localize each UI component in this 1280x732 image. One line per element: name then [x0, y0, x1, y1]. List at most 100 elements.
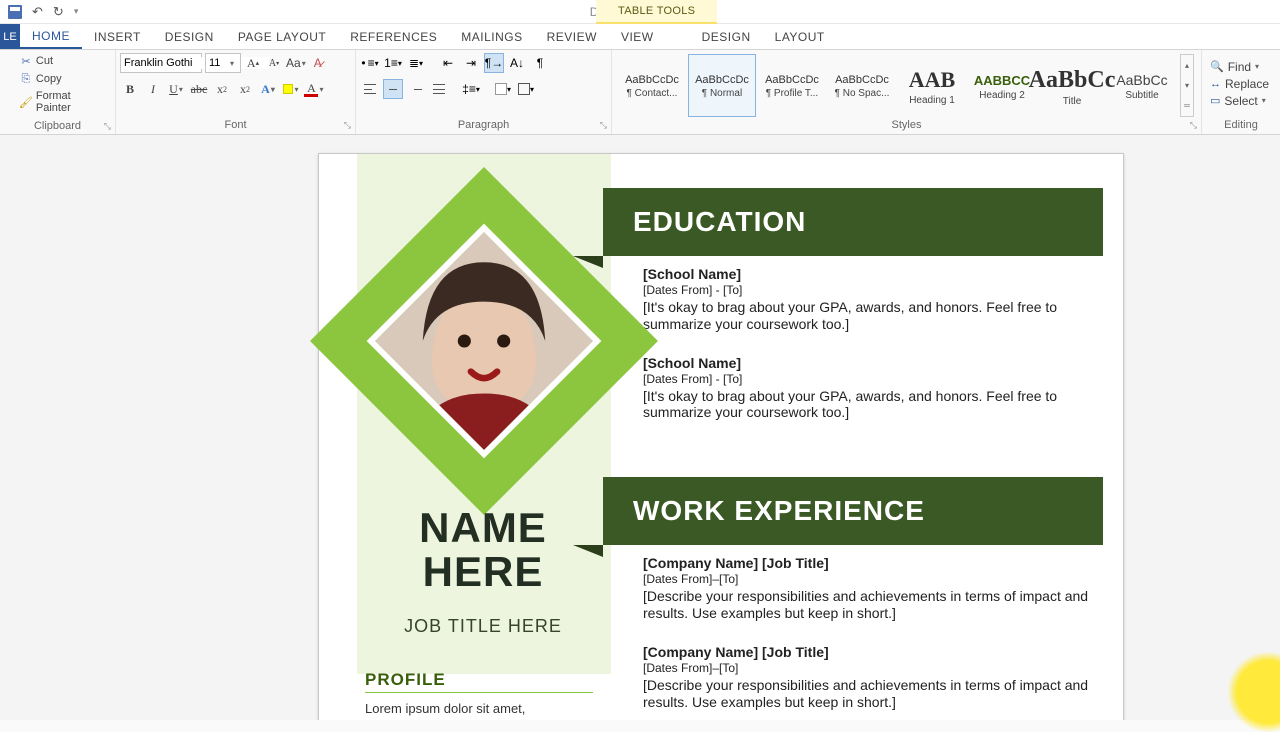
tab-view[interactable]: VIEW: [609, 24, 666, 49]
font-size-input[interactable]: [206, 57, 228, 69]
photo-diamond: [361, 218, 607, 464]
work-entry: [Company Name] [Job Title] [Dates From]–…: [643, 644, 1103, 711]
superscript-button[interactable]: x2: [235, 79, 255, 99]
multilevel-list-button[interactable]: ≣▾: [406, 53, 426, 73]
style-profile[interactable]: AaBbCcDc¶ Profile T...: [758, 54, 826, 117]
select-button[interactable]: Select▾: [1206, 93, 1273, 109]
undo-icon[interactable]: ↶: [32, 4, 43, 20]
align-center-button[interactable]: [383, 79, 403, 99]
increase-indent-button[interactable]: ⇥: [461, 53, 481, 73]
cut-button[interactable]: Cut: [16, 53, 111, 69]
style-normal[interactable]: AaBbCcDc¶ Normal: [688, 54, 756, 117]
tab-page-layout[interactable]: PAGE LAYOUT: [226, 24, 338, 49]
tab-references[interactable]: REFERENCES: [338, 24, 449, 49]
tab-review[interactable]: REVIEW: [535, 24, 609, 49]
name-block: NAME HERE JOB TITLE HERE: [365, 506, 601, 637]
bold-button[interactable]: B: [120, 79, 140, 99]
scissors-icon: [19, 54, 33, 68]
group-styles-label: Styles: [892, 119, 922, 131]
strikethrough-button[interactable]: abc: [189, 79, 209, 99]
font-size-combo[interactable]: ▾: [205, 53, 241, 73]
tab-table-layout[interactable]: LAYOUT: [763, 24, 837, 49]
gallery-more-icon[interactable]: ═: [1181, 96, 1193, 116]
shading-button[interactable]: ▾: [493, 79, 513, 99]
style-heading1[interactable]: AABHeading 1: [898, 54, 966, 117]
style-title[interactable]: AaBbCcTitle: [1038, 54, 1106, 117]
replace-button[interactable]: Replace: [1206, 76, 1273, 92]
profile-body: Lorem ipsum dolor sit amet,: [365, 701, 593, 716]
cut-label: Cut: [36, 55, 53, 67]
name-line1: NAME: [365, 506, 601, 550]
tab-table-design[interactable]: DESIGN: [690, 24, 763, 49]
styles-gallery-scroll: ▴ ▾ ═: [1180, 54, 1194, 117]
group-clipboard: Cut Copy Format Painter Clipboard ⤡: [0, 50, 116, 134]
bullets-button[interactable]: ≡▾: [360, 53, 380, 73]
tab-home[interactable]: HOME: [20, 24, 82, 49]
clipboard-launcher-icon[interactable]: ⤡: [104, 121, 111, 132]
tab-design[interactable]: DESIGN: [153, 24, 226, 49]
paintbrush-icon: [19, 95, 33, 109]
profile-heading: PROFILE: [365, 670, 593, 693]
tab-insert[interactable]: INSERT: [82, 24, 153, 49]
gallery-up-icon[interactable]: ▴: [1181, 55, 1193, 75]
style-subtitle[interactable]: AaBbCcSubtitle: [1108, 54, 1176, 117]
profile-section: PROFILE Lorem ipsum dolor sit amet,: [365, 670, 593, 716]
subscript-button[interactable]: x2: [212, 79, 232, 99]
styles-gallery: AaBbCcDc¶ Contact... AaBbCcDc¶ Normal Aa…: [614, 52, 1196, 117]
numbering-button[interactable]: 1≡▾: [383, 53, 403, 73]
underline-button[interactable]: U: [166, 79, 186, 99]
group-editing: Find▾ Replace Select▾ Editing: [1202, 50, 1280, 134]
grow-font-button[interactable]: A▴: [244, 53, 262, 73]
style-contact[interactable]: AaBbCcDc¶ Contact...: [618, 54, 686, 117]
work-entry: [Company Name] [Job Title] [Dates From]–…: [643, 555, 1103, 622]
copy-label: Copy: [36, 73, 62, 85]
text-effects-button[interactable]: A: [258, 79, 278, 99]
resume-right-column: EDUCATION [School Name] [Dates From] - […: [611, 154, 1123, 720]
font-color-icon: A: [304, 82, 318, 97]
tab-file[interactable]: LE: [0, 24, 20, 49]
sort-button[interactable]: A↓: [507, 53, 527, 73]
tab-mailings[interactable]: MAILINGS: [449, 24, 534, 49]
font-color-button[interactable]: A: [304, 79, 324, 99]
paragraph-launcher-icon[interactable]: ⤡: [600, 120, 607, 131]
find-button[interactable]: Find▾: [1206, 59, 1273, 75]
group-paragraph-label: Paragraph: [458, 119, 509, 131]
quick-access-toolbar: ↶ ↻ ▾: [0, 4, 78, 20]
save-icon[interactable]: [8, 5, 22, 19]
work-header: WORK EXPERIENCE: [603, 477, 1103, 545]
italic-button[interactable]: I: [143, 79, 163, 99]
font-launcher-icon[interactable]: ⤡: [344, 120, 351, 131]
highlight-button[interactable]: [281, 79, 301, 99]
contextual-tab-label: TABLE TOOLS: [596, 0, 717, 24]
borders-button[interactable]: ▾: [516, 79, 536, 99]
decrease-indent-button[interactable]: ⇤: [438, 53, 458, 73]
qat-customize-icon[interactable]: ▾: [74, 6, 79, 17]
style-nospacing[interactable]: AaBbCcDc¶ No Spac...: [828, 54, 896, 117]
group-styles: AaBbCcDc¶ Contact... AaBbCcDc¶ Normal Aa…: [612, 50, 1202, 134]
ltr-direction-button[interactable]: ¶→: [484, 53, 504, 73]
style-heading2[interactable]: AABBCCHeading 2: [968, 54, 1036, 117]
justify-button[interactable]: [429, 79, 449, 99]
ribbon-tabs: LE HOME INSERT DESIGN PAGE LAYOUT REFERE…: [0, 24, 1280, 50]
education-entry: [School Name] [Dates From] - [To] [It's …: [643, 355, 1103, 422]
copy-button[interactable]: Copy: [16, 71, 111, 87]
shrink-font-button[interactable]: A▾: [265, 53, 283, 73]
document-page[interactable]: NAME HERE JOB TITLE HERE PROFILE Lorem i…: [318, 153, 1124, 720]
group-editing-label: Editing: [1224, 119, 1258, 131]
clear-formatting-button[interactable]: A̷: [309, 53, 327, 73]
group-font: ▾ A▴ A▾ Aa A̷ B I U abc x2 x2 A A Font ⤡: [116, 50, 356, 134]
font-name-combo[interactable]: [120, 53, 202, 73]
redo-icon[interactable]: ↻: [53, 4, 64, 20]
align-left-button[interactable]: [360, 79, 380, 99]
show-hide-button[interactable]: ¶: [530, 53, 550, 73]
line-spacing-button[interactable]: ‡≡▾: [461, 79, 481, 99]
format-painter-button[interactable]: Format Painter: [16, 89, 111, 115]
group-font-label: Font: [224, 119, 246, 131]
align-right-button[interactable]: [406, 79, 426, 99]
styles-launcher-icon[interactable]: ⤡: [1190, 120, 1197, 131]
education-header: EDUCATION: [603, 188, 1103, 256]
gallery-down-icon[interactable]: ▾: [1181, 75, 1193, 95]
change-case-button[interactable]: Aa: [286, 53, 306, 73]
document-canvas[interactable]: NAME HERE JOB TITLE HERE PROFILE Lorem i…: [0, 135, 1280, 720]
group-clipboard-label: Clipboard: [34, 120, 81, 132]
